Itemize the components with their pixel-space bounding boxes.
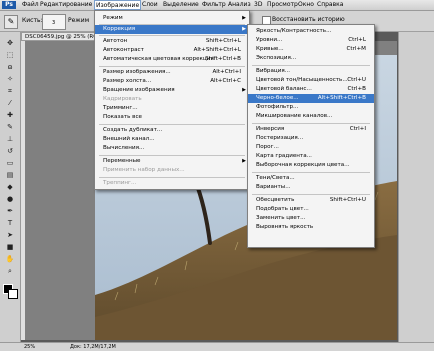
panels-dock (398, 32, 434, 342)
pen-icon[interactable]: ✒ (3, 206, 17, 216)
brush-icon[interactable]: ✎ (3, 122, 17, 132)
menu-layers[interactable]: Слои (142, 0, 158, 10)
menu-item-hue-saturation[interactable]: Цветовой тон/Насыщенность... Ctrl+U (248, 76, 374, 85)
submenu-arrow-icon: ▶ (242, 158, 246, 164)
healing-icon[interactable]: ✚ (3, 110, 17, 120)
menu-item-auto-color[interactable]: Автоматическая цветовая коррекция Shift+C… (95, 55, 249, 64)
menu-item-duplicate[interactable]: Создать дубликат... (95, 126, 249, 135)
menu-item-vibrance[interactable]: Вибрация... (248, 67, 374, 76)
menu-item-gradient-map[interactable]: Карта градиента... (248, 152, 374, 161)
submenu-arrow-icon: ▶ (242, 15, 246, 21)
menu-item-variations[interactable]: Варианты... (248, 183, 374, 192)
menu-item-black-white[interactable]: Черно-белое... Alt+Shift+Ctrl+B (248, 94, 374, 103)
stamp-icon[interactable]: ⊥ (3, 134, 17, 144)
menu-item-apply-image[interactable]: Внешний канал... (95, 135, 249, 144)
menu-select[interactable]: Выделение (163, 0, 199, 10)
submenu-arrow-icon: ▶ (242, 26, 246, 32)
separator (99, 124, 245, 125)
menu-filter[interactable]: Фильтр (202, 0, 226, 10)
menu-window[interactable]: Окно (298, 0, 314, 10)
menu-image[interactable]: Изображение (94, 0, 142, 10)
menu-item-shadows-highlights[interactable]: Тени/Света... (248, 174, 374, 183)
menu-item-match-color[interactable]: Подобрать цвет... (248, 205, 374, 214)
menu-item-auto-tone[interactable]: Автотон Shift+Ctrl+L (95, 37, 249, 46)
menu-item-trap: Треппинг... (103, 180, 137, 186)
menu-item-auto-contrast[interactable]: Автоконтраст Alt+Shift+Ctrl+L (95, 46, 249, 55)
menu-item-image-size[interactable]: Размер изображения... Alt+Ctrl+I (95, 68, 249, 77)
menu-item-reveal-all[interactable]: Показать все (95, 113, 249, 122)
hand-icon[interactable]: ✋ (3, 254, 17, 264)
mode-label: Режим (68, 17, 90, 24)
menu-view[interactable]: Просмотр (267, 0, 298, 10)
photoshop-logo: Ps (2, 1, 16, 9)
zoom-icon[interactable]: ⌕ (3, 266, 17, 276)
lasso-icon[interactable]: ɷ (3, 62, 17, 72)
separator (252, 172, 370, 173)
marquee-icon[interactable]: ⬚ (3, 50, 17, 60)
menu-item-exposure[interactable]: Экспозиция... (248, 54, 374, 63)
menu-item-adjustments[interactable]: Коррекция ▶ (95, 25, 249, 34)
menu-analysis[interactable]: Анализ (228, 0, 251, 10)
menu-item-replace-color[interactable]: Заменить цвет... (248, 214, 374, 223)
background-color-swatch[interactable] (8, 289, 18, 299)
tools-panel: ✥ ⬚ ɷ ✧ ⌗ ⁄ ✚ ✎ ⊥ ↺ ▭ ▤ ◆ ● ✒ T ➤ ■ ✋ ⌕ (0, 32, 21, 342)
menu-item-photo-filter[interactable]: Фотофильтр... (248, 103, 374, 112)
separator (99, 66, 245, 67)
tool-preset-icon[interactable]: ✎ (4, 15, 18, 29)
shape-icon[interactable]: ■ (3, 242, 17, 252)
separator (252, 65, 370, 66)
ruler-left (21, 41, 25, 340)
menu-file[interactable]: Файл (22, 0, 39, 10)
separator (99, 177, 245, 178)
magic-wand-icon[interactable]: ✧ (3, 74, 17, 84)
menu-item-equalize[interactable]: Выровнять яркость (248, 223, 374, 232)
menu-item-channel-mixer[interactable]: Микширование каналов... (248, 112, 374, 121)
blur-icon[interactable]: ◆ (3, 182, 17, 192)
menu-item-image-rotation[interactable]: Вращение изображения ▶ (95, 86, 249, 95)
menu-item-levels[interactable]: Уровни... Ctrl+L (248, 36, 374, 45)
menu-item-threshold[interactable]: Порог... (248, 143, 374, 152)
separator (252, 194, 370, 195)
menu-item-variables[interactable]: Переменные ▶ (95, 157, 249, 166)
history-brush-icon[interactable]: ↺ (3, 146, 17, 156)
separator (99, 35, 245, 36)
menu-item-canvas-size[interactable]: Размер холста... Alt+Ctrl+C (95, 77, 249, 86)
menu-item-mode[interactable]: Режим ▶ (95, 14, 249, 23)
menu-item-brightness-contrast[interactable]: Яркость/Контрастность... (248, 27, 374, 36)
menu-item-invert[interactable]: Инверсия Ctrl+I (248, 125, 374, 134)
menu-item-selective-color[interactable]: Выборочная коррекция цвета... (248, 161, 374, 170)
separator (252, 123, 370, 124)
path-select-icon[interactable]: ➤ (3, 230, 17, 240)
adjustments-submenu: Яркость/Контрастность... Уровни... Ctrl+L… (247, 24, 375, 248)
menu-item-color-balance[interactable]: Цветовой баланс... Ctrl+B (248, 85, 374, 94)
brush-size: 3 (52, 20, 56, 26)
separator (99, 155, 245, 156)
menu-item-posterize[interactable]: Постеризация... (248, 134, 374, 143)
brush-label: Кисть: (22, 17, 43, 24)
submenu-arrow-icon: ▶ (242, 87, 246, 93)
restore-history-label: Восстановить историю (272, 16, 345, 23)
crop-icon[interactable]: ⌗ (3, 86, 17, 96)
menu-item-curves[interactable]: Кривые... Ctrl+M (248, 45, 374, 54)
type-icon[interactable]: T (3, 218, 17, 228)
menu-help[interactable]: Справка (317, 0, 343, 10)
menu-3d[interactable]: 3D (254, 0, 262, 10)
menu-item-trim[interactable]: Тримминг... (95, 104, 249, 113)
brush-picker[interactable]: 3 (42, 14, 66, 30)
menu-item-crop: Кадрировать (103, 96, 142, 102)
eyedropper-icon[interactable]: ⁄ (3, 98, 17, 108)
menu-item-calculations[interactable]: Вычисления... (95, 144, 249, 153)
eraser-icon[interactable]: ▭ (3, 158, 17, 168)
move-icon[interactable]: ✥ (3, 38, 17, 48)
dodge-icon[interactable]: ● (3, 194, 17, 204)
gradient-icon[interactable]: ▤ (3, 170, 17, 180)
menu-item-desaturate[interactable]: Обесцветить Shift+Ctrl+U (248, 196, 374, 205)
image-menu-dropdown: Режим ▶ Коррекция ▶ Автотон Shift+Ctrl+L Ав… (94, 10, 250, 190)
menu-item-apply-data-set: Применить набор данных... (103, 167, 185, 173)
menu-edit[interactable]: Редактирование (40, 0, 92, 10)
